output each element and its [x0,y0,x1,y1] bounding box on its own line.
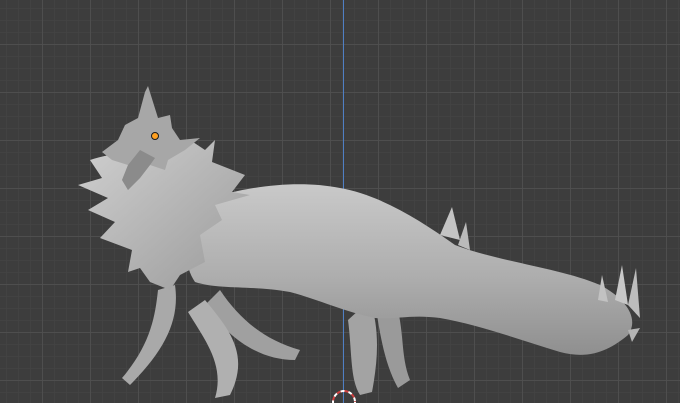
3d-cursor-icon[interactable] [330,388,358,403]
back-spike [458,222,470,250]
tail-spike [628,268,640,318]
tail-spike [628,328,640,342]
object-origin-icon[interactable] [151,132,159,140]
sculpted-wolf-mesh[interactable] [0,0,680,403]
front-leg [122,285,176,385]
3d-viewport[interactable] [0,0,680,403]
back-spike [440,207,460,240]
tail-spike [615,265,628,305]
